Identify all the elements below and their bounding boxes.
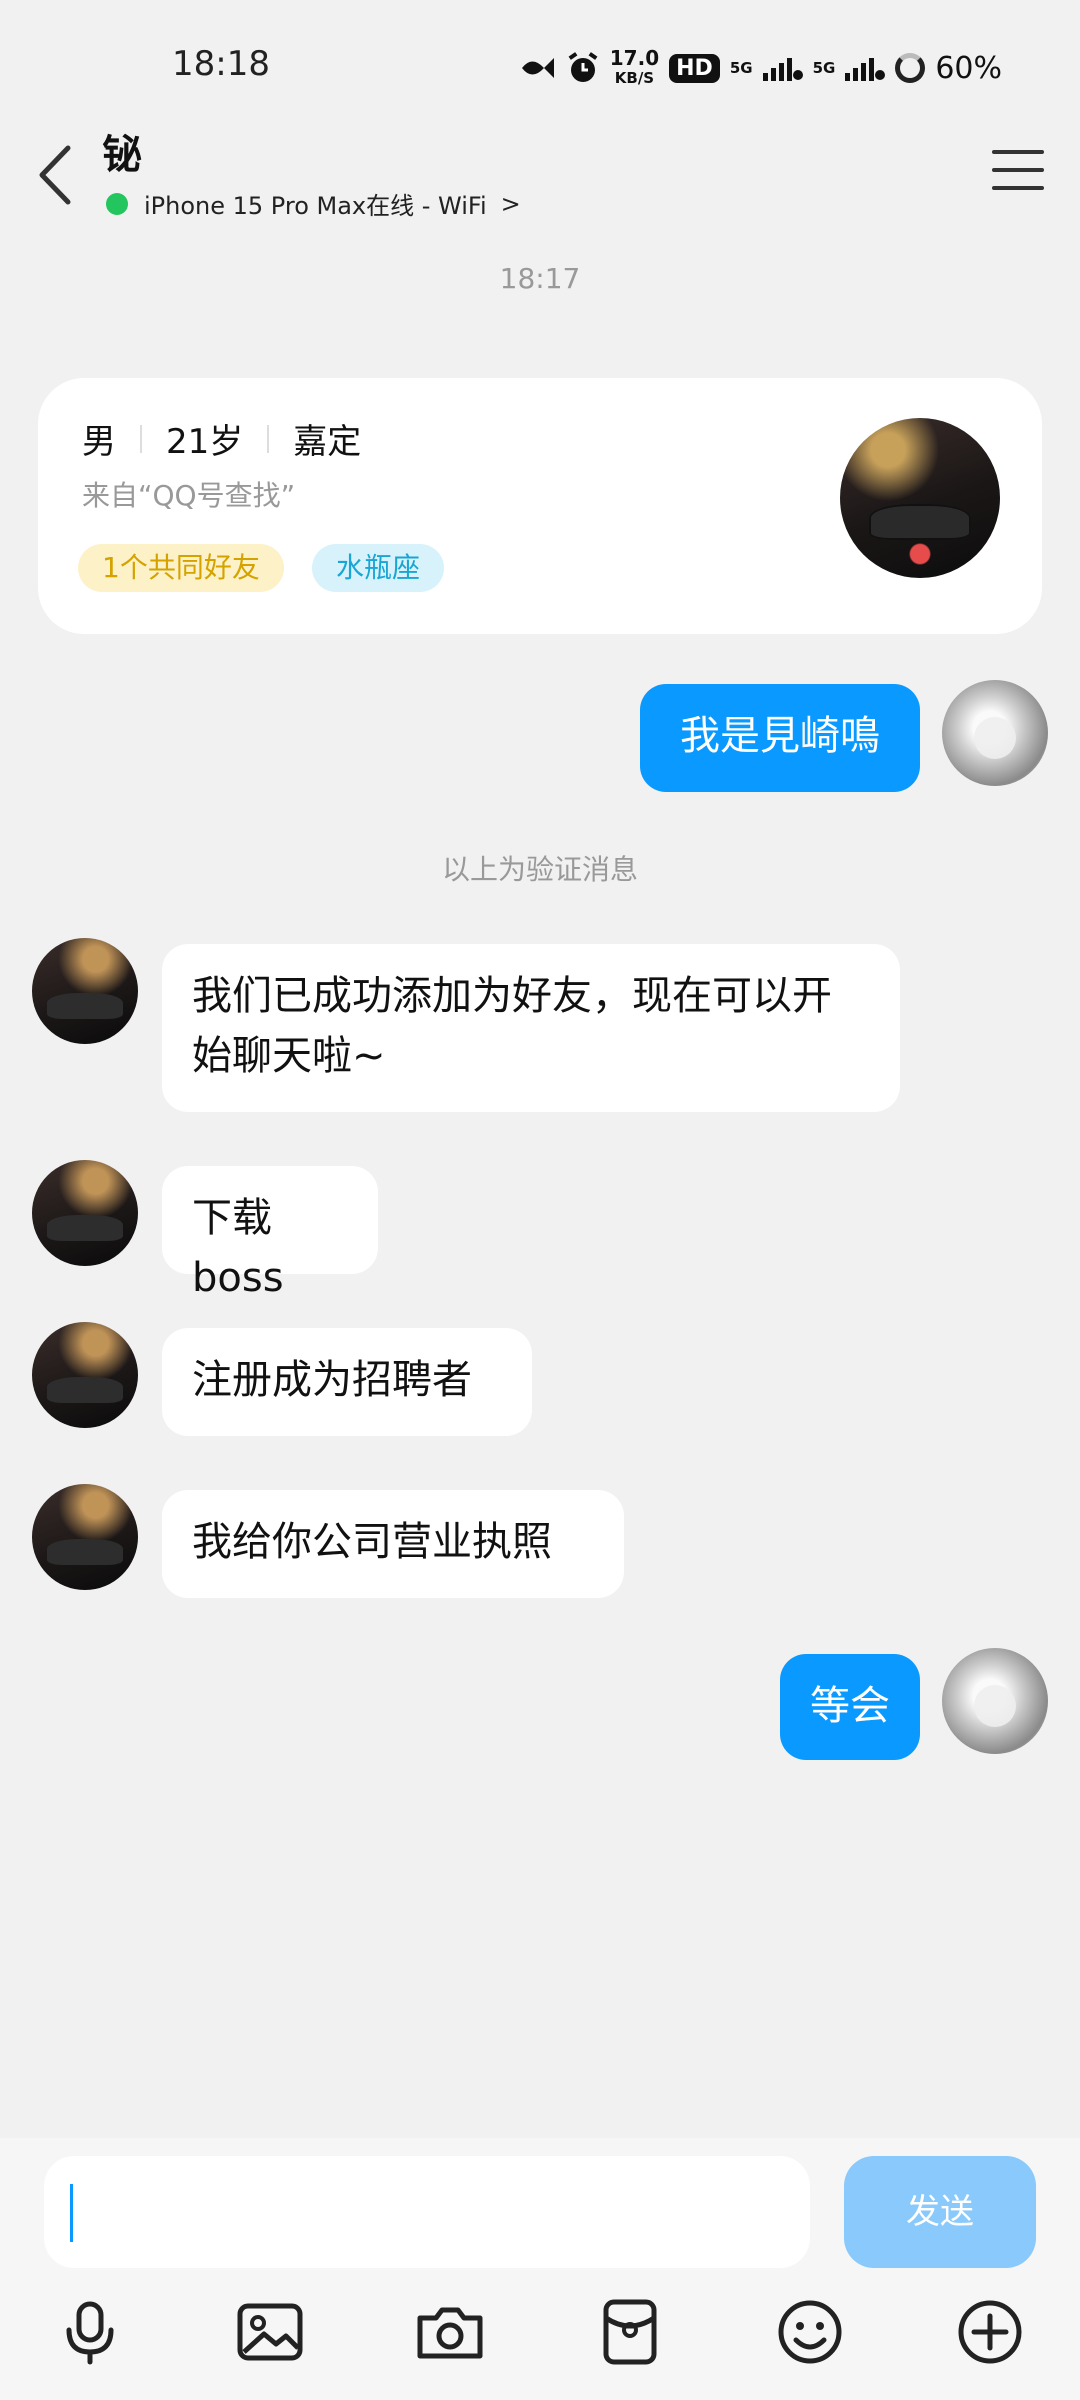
net-speed: 17.0 KB/S — [610, 48, 659, 88]
send-button[interactable]: 发送 — [844, 2156, 1036, 2268]
friend-source: 来自“QQ号查找” — [82, 479, 296, 512]
location: 嘉定 — [293, 422, 362, 462]
online-status-text: iPhone 15 Pro Max在线 - WiFi — [144, 192, 487, 220]
back-icon[interactable] — [30, 140, 90, 210]
hd-badge: HD — [669, 53, 720, 83]
alarm-icon — [568, 52, 598, 82]
input-area: 发送 — [0, 2138, 1080, 2400]
verification-notice: 以上为验证消息 — [441, 853, 638, 886]
profile-avatar[interactable] — [840, 418, 1000, 578]
message-bubble-incoming[interactable]: 注册成为招聘者 — [162, 1328, 532, 1436]
message-bubble-outgoing[interactable]: 等会 — [780, 1654, 920, 1760]
microphone-icon[interactable] — [54, 2296, 126, 2368]
fish-icon — [521, 58, 554, 78]
camera-icon[interactable] — [414, 2296, 486, 2368]
plus-icon[interactable] — [954, 2296, 1026, 2368]
my-avatar[interactable] — [942, 680, 1048, 786]
message-bubble-incoming[interactable]: 下载boss — [162, 1166, 378, 1301]
divider — [267, 424, 270, 453]
message-bubble-outgoing[interactable]: 我是見崎鳴 — [640, 684, 920, 792]
sim1-label: 5G — [729, 59, 753, 77]
message-bubble-incoming[interactable]: 我们已成功添加为好友，现在可以开始聊天啦~ — [162, 944, 900, 1112]
status-icons: 17.0 KB/S HD 5G 5G 60% — [520, 48, 1002, 88]
friend-avatar[interactable] — [32, 1322, 138, 1428]
battery-percent: 60% — [935, 50, 1002, 86]
friend-avatar[interactable] — [32, 1160, 138, 1266]
menu-icon[interactable] — [992, 150, 1044, 194]
emoji-icon[interactable] — [774, 2296, 846, 2368]
image-icon[interactable] — [234, 2296, 306, 2368]
net-speed-unit: KB/S — [614, 69, 655, 87]
message-input[interactable] — [44, 2156, 810, 2268]
age: 21岁 — [166, 422, 244, 462]
red-packet-icon[interactable] — [594, 2296, 666, 2368]
online-status[interactable]: iPhone 15 Pro Max在线 - WiFi > — [106, 186, 521, 221]
net-speed-value: 17.0 — [609, 46, 660, 70]
chat-title[interactable]: 铋 — [102, 122, 142, 180]
chevron-right-icon: > — [500, 189, 521, 218]
battery-ring-icon — [895, 53, 926, 83]
friend-avatar[interactable] — [32, 938, 138, 1044]
signal-icon — [845, 58, 886, 81]
sim2-label: 5G — [812, 59, 836, 77]
divider — [140, 424, 142, 453]
friend-avatar[interactable] — [32, 1484, 138, 1590]
message-bubble-incoming[interactable]: 我给你公司营业执照 — [162, 1490, 624, 1598]
profile-info: 男 21岁 嘉定 — [82, 414, 361, 463]
signal-icon — [762, 58, 803, 81]
text-caret — [70, 2184, 73, 2242]
status-time: 18:18 — [172, 44, 270, 84]
mutual-friends-tag[interactable]: 1个共同好友 — [78, 544, 284, 592]
gender: 男 — [82, 422, 116, 462]
online-dot-icon — [106, 192, 128, 215]
chat-timestamp: 18:17 — [499, 262, 581, 295]
zodiac-tag: 水瓶座 — [312, 544, 445, 592]
my-avatar[interactable] — [942, 1648, 1048, 1754]
profile-card[interactable]: 男 21岁 嘉定 来自“QQ号查找” 1个共同好友 水瓶座 — [38, 378, 1042, 634]
